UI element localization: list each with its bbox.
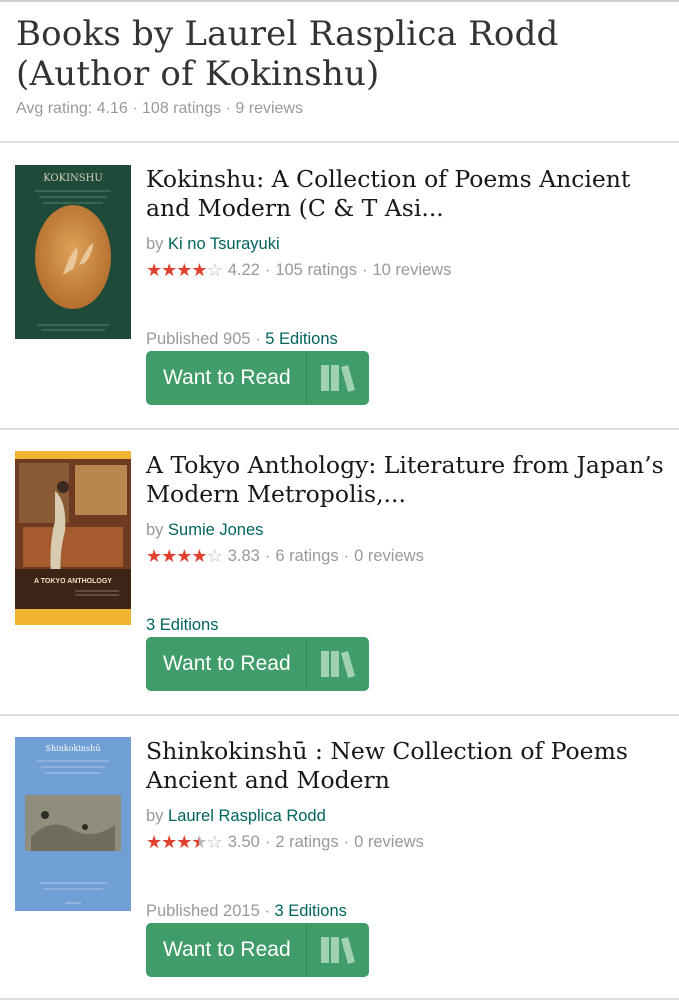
separator: · — [225, 100, 231, 117]
separator: · — [264, 833, 271, 851]
cover-title: KOKINSHU — [43, 173, 103, 184]
star-icon: ★ — [176, 546, 192, 566]
separator: · — [264, 547, 271, 565]
star-icon: ★ — [176, 260, 192, 280]
rating-value: 4.22 — [227, 261, 260, 279]
reviews-count: 0 reviews — [354, 547, 424, 565]
rating-stars: ★★★★☆ — [146, 260, 223, 281]
want-to-read-label: Want to Read — [163, 652, 291, 675]
separator: · — [361, 261, 368, 279]
star-icon: ☆ — [206, 832, 223, 852]
editions-link[interactable]: 3 Editions — [274, 902, 346, 920]
want-to-read-button[interactable]: Want to Read — [146, 351, 369, 405]
book-author-line: by Laurel Rasplica Rodd — [146, 807, 666, 826]
star-icon: ★ — [161, 832, 177, 852]
publish-line: Published 2015 · 3 Editions — [146, 902, 347, 921]
publish-line: 3 Editions — [146, 616, 218, 635]
author-link[interactable]: Laurel Rasplica Rodd — [168, 807, 326, 825]
separator: · — [264, 261, 271, 279]
star-icon: ★ — [161, 546, 177, 566]
star-icon: ★ — [146, 832, 162, 852]
book-author-line: by Sumie Jones — [146, 521, 666, 540]
book-title[interactable]: A Tokyo Anthology: Literature from Japan… — [146, 451, 666, 509]
book-rating: ★★★★☆ 4.22 · 105 ratings · 10 reviews — [146, 260, 666, 281]
separator: · — [343, 833, 350, 851]
author-link[interactable]: Sumie Jones — [168, 521, 263, 539]
book-info: Kokinshu: A Collection of Poems Ancient … — [146, 165, 666, 405]
rating-stars: ★★★★☆ — [146, 832, 223, 853]
bookshelf-icon[interactable] — [307, 351, 369, 405]
rating-value: 3.50 — [227, 833, 260, 851]
book-title[interactable]: Shinkokinshū : New Collection of Poems A… — [146, 737, 666, 795]
top-border — [0, 0, 679, 2]
editions-link[interactable]: 5 Editions — [265, 330, 337, 348]
page-header: Books by Laurel Rasplica Rodd (Author of… — [16, 14, 666, 118]
want-to-read-label: Want to Read — [163, 938, 291, 961]
star-icon: ☆ — [206, 260, 223, 280]
reviews-count: 10 reviews — [372, 261, 452, 279]
avg-rating: Avg rating: 4.16 — [16, 100, 128, 117]
book-cover[interactable]: Shinkokinshū — [15, 737, 131, 911]
cover-title: Shinkokinshū — [46, 744, 101, 753]
star-icon: ★ — [191, 832, 207, 852]
star-icon: ★ — [146, 260, 162, 280]
editions-link[interactable]: 3 Editions — [146, 616, 218, 634]
by-label: by — [146, 807, 164, 825]
ratings-count: 2 ratings — [275, 833, 339, 851]
ratings-count: 108 ratings — [142, 100, 222, 117]
page-title: Books by Laurel Rasplica Rodd (Author of… — [16, 14, 559, 94]
star-icon: ☆ — [206, 546, 223, 566]
rating-stars: ★★★★☆ — [146, 546, 223, 567]
separator: · — [343, 547, 350, 565]
ratings-count: 105 ratings — [275, 261, 357, 279]
book-info: Shinkokinshū : New Collection of Poems A… — [146, 737, 666, 977]
author-stats: Avg rating: 4.16 · 108 ratings · 9 revie… — [16, 100, 666, 118]
reviews-count: 9 reviews — [235, 100, 303, 117]
published-date: Published 905 — [146, 330, 251, 348]
book-title[interactable]: Kokinshu: A Collection of Poems Ancient … — [146, 165, 666, 223]
book-info: A Tokyo Anthology: Literature from Japan… — [146, 451, 666, 691]
separator: · — [132, 100, 138, 117]
cover-title: A TOKYO ANTHOLOGY — [34, 578, 112, 585]
want-to-read-button[interactable]: Want to Read — [146, 637, 369, 691]
bookshelf-icon[interactable] — [307, 637, 369, 691]
book-rating: ★★★★☆ 3.50 · 2 ratings · 0 reviews — [146, 832, 666, 853]
want-to-read-label: Want to Read — [163, 366, 291, 389]
star-icon: ★ — [191, 546, 207, 566]
by-label: by — [146, 235, 164, 253]
book-item: KOKINSHU Kokinshu: A Collection of Poems… — [0, 143, 679, 428]
bookshelf-icon[interactable] — [307, 923, 369, 977]
book-cover[interactable]: KOKINSHU — [15, 165, 131, 339]
by-label: by — [146, 521, 164, 539]
star-icon: ★ — [191, 260, 207, 280]
rating-value: 3.83 — [227, 547, 260, 565]
book-item: Shinkokinshū Shinkokinshū : New Collecti… — [0, 715, 679, 1000]
reviews-count: 0 reviews — [354, 833, 424, 851]
author-link[interactable]: Ki no Tsurayuki — [168, 235, 280, 253]
star-icon: ★ — [146, 546, 162, 566]
book-author-line: by Ki no Tsurayuki — [146, 235, 666, 254]
star-icon: ★ — [161, 260, 177, 280]
published-date: Published 2015 — [146, 902, 260, 920]
star-icon: ★ — [176, 832, 192, 852]
ratings-count: 6 ratings — [275, 547, 339, 565]
separator: · — [264, 902, 270, 920]
want-to-read-button[interactable]: Want to Read — [146, 923, 369, 977]
book-rating: ★★★★☆ 3.83 · 6 ratings · 0 reviews — [146, 546, 666, 567]
separator: · — [255, 330, 261, 348]
book-cover[interactable]: A TOKYO ANTHOLOGY — [15, 451, 131, 625]
book-item: A TOKYO ANTHOLOGY A Tokyo Anthology: Lit… — [0, 429, 679, 714]
publish-line: Published 905 · 5 Editions — [146, 330, 338, 349]
